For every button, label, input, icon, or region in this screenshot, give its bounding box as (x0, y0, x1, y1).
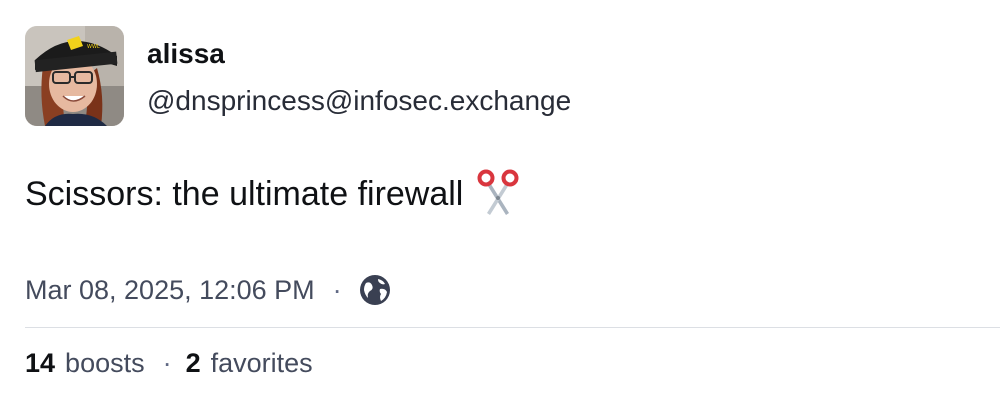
post-content: Scissors: the ultimate firewall (25, 169, 521, 219)
status-detail: WWL alissa @dnsprincess@infosec.exchange… (0, 0, 1000, 410)
post-stats: 14 boosts · 2 favorites (25, 346, 313, 380)
avatar-image: WWL (25, 26, 124, 126)
boosts-count: 14 (25, 348, 56, 378)
boosts-label: boosts (65, 348, 145, 378)
globe-icon (358, 273, 392, 307)
meta-separator: · (332, 275, 342, 305)
divider (25, 327, 1000, 328)
favorites-link[interactable]: 2 favorites (186, 346, 313, 380)
scissors-icon (475, 169, 521, 219)
avatar[interactable]: WWL (25, 26, 124, 126)
favorites-count: 2 (185, 348, 201, 378)
boosts-link[interactable]: 14 boosts (25, 346, 145, 380)
timestamp-link[interactable]: Mar 08, 2025, 12:06 PM (25, 273, 315, 307)
stats-separator: · (162, 348, 172, 378)
favorites-label: favorites (210, 348, 313, 378)
account-handle[interactable]: @dnsprincess@infosec.exchange (147, 85, 571, 117)
post-text: Scissors: the ultimate firewall (25, 175, 464, 213)
display-name[interactable]: alissa (147, 38, 225, 70)
post-meta: Mar 08, 2025, 12:06 PM · (25, 273, 392, 307)
svg-text:WWL: WWL (87, 44, 100, 50)
